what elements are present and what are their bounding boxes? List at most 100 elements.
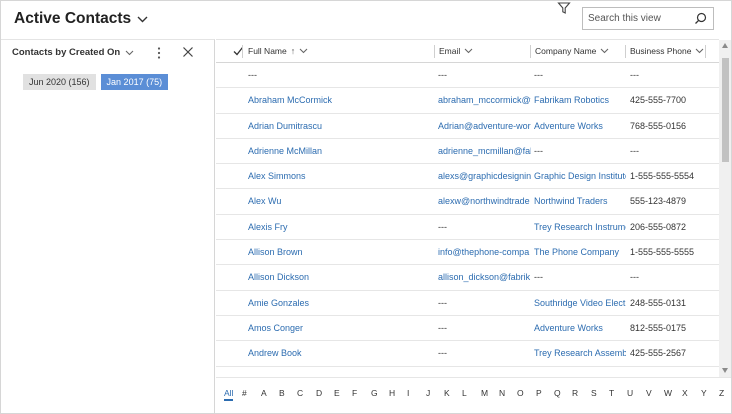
jump-letter[interactable]: E [334,388,340,398]
table-row[interactable]: Alex Simmons alexs@graphicdesignin Graphic… [216,164,719,190]
cell-company-name[interactable]: Fabrikam Robotics [534,88,626,113]
jump-letter[interactable]: V [646,388,652,398]
table-row[interactable]: Alex Wu alexw@northwindtrade Northwind Tra… [216,189,719,215]
column-header-business-phone[interactable]: Business Phone [630,40,704,62]
cell-company-name[interactable]: Trey Research Instrume [534,215,626,240]
cell-full-name[interactable]: Amie Gonzales [248,291,431,316]
cell-full-name[interactable]: Andrew Book [248,341,431,366]
chevron-down-icon [696,48,704,54]
table-row[interactable]: Amos Conger --- Adventure Works 812-555-017… [216,316,719,342]
cell-company-name[interactable]: Northwind Traders [534,189,626,214]
cell-email[interactable]: alexs@graphicdesignin [438,164,531,189]
column-header-full-name[interactable]: Full Name ↑ [248,40,308,62]
app-frame: Active Contacts Contacts by Created On J… [0,0,732,414]
cell-company-name[interactable]: The Phone Company [534,240,626,265]
jump-letter[interactable]: R [572,388,578,398]
cell-email[interactable]: Adrian@adventure-wor [438,114,531,139]
table-row[interactable]: Adrian Dumitrascu Adrian@adventure-wor Adv… [216,114,719,139]
jump-letter[interactable]: N [499,388,505,398]
table-row[interactable]: Adrienne McMillan adrienne_mcmillan@fal --… [216,139,719,165]
chip-jun-2020[interactable]: Jun 2020 (156) [23,74,96,90]
jump-all[interactable]: All [224,388,233,398]
cell-full-name[interactable]: Allison Brown [248,240,431,265]
cell-company-name[interactable]: Trey Research Assembly [534,341,626,366]
search-box[interactable] [582,7,714,30]
column-header-email[interactable]: Email [439,40,473,62]
grid-header: Full Name ↑ Email Company Name Business … [216,40,719,63]
grid-rows: --- --- --- --- Abraham McCormick abraham_mcc… [216,63,719,367]
jump-letter[interactable]: S [591,388,597,398]
jump-letter[interactable]: I [407,388,409,398]
column-divider [530,45,531,58]
more-options-icon[interactable] [154,46,164,60]
jump-letter[interactable]: Z [719,388,724,398]
chart-title: Contacts by Created On [12,47,121,58]
chart-selector[interactable]: Contacts by Created On [12,47,134,58]
vertical-scrollbar[interactable] [719,40,731,377]
jump-letter[interactable]: K [444,388,450,398]
jump-letter[interactable]: Y [701,388,707,398]
chip-jan-2017[interactable]: Jan 2017 (75) [100,74,169,90]
jump-letter[interactable]: B [279,388,285,398]
jump-letter[interactable]: X [682,388,688,398]
table-row[interactable]: Abraham McCormick abraham_mccormick@f Fabr… [216,88,719,114]
jump-letter[interactable]: D [316,388,322,398]
table-row[interactable]: Amie Gonzales --- Southridge Video Electr 2… [216,291,719,316]
jump-letter[interactable]: U [627,388,633,398]
cell-full-name[interactable]: Alexis Fry [248,215,431,240]
jump-letter[interactable]: O [517,388,524,398]
jump-letter[interactable]: Q [554,388,561,398]
jump-letter[interactable]: M [481,388,488,398]
table-row[interactable]: --- --- --- --- [216,63,719,89]
cell-full-name[interactable]: Allison Dickson [248,265,431,290]
cell-company-name[interactable]: Graphic Design Institute [534,164,626,189]
cell-business-phone: 768-555-0156 [630,120,687,131]
cell-full-name[interactable]: Alex Wu [248,189,431,214]
cell-business-phone: --- [630,70,639,80]
close-icon[interactable] [182,46,194,58]
jump-letter[interactable]: A [261,388,267,398]
table-row[interactable]: Andrew Book --- Trey Research Assembly 425-… [216,341,719,367]
jump-letter[interactable]: P [536,388,542,398]
cell-full-name[interactable]: Amos Conger [248,316,431,341]
jump-letter[interactable]: # [242,388,247,398]
column-divider [434,45,435,58]
scroll-thumb[interactable] [722,58,729,162]
cell-company-name[interactable]: Southridge Video Electr [534,291,626,316]
cell-full-name[interactable]: Abraham McCormick [248,88,431,113]
jump-letter[interactable]: T [609,388,614,398]
search-input[interactable] [583,8,688,29]
cell-email[interactable]: allison_dickson@fabrik [438,265,531,290]
cell-full-name: --- [248,70,257,80]
cell-email[interactable]: abraham_mccormick@f [438,88,531,113]
table-row[interactable]: Alexis Fry --- Trey Research Instrume 206-5… [216,215,719,241]
view-title: Active Contacts [14,10,132,27]
cell-company-name[interactable]: Adventure Works [534,316,626,341]
cell-full-name[interactable]: Alex Simmons [248,164,431,189]
cell-business-phone: 1-555-555-5555 [630,247,695,258]
jump-letter[interactable]: C [297,388,303,398]
jump-letter[interactable]: G [371,388,378,398]
cell-business-phone: 1-555-555-5554 [630,171,695,182]
jump-letter[interactable]: W [664,388,672,398]
jump-letter[interactable]: J [426,388,430,398]
filter-icon[interactable] [557,1,571,15]
cell-full-name[interactable]: Adrian Dumitrascu [248,114,431,139]
scroll-up-icon[interactable] [722,43,728,48]
cell-email[interactable]: alexw@northwindtrade [438,189,531,214]
cell-company-name[interactable]: Adventure Works [534,114,626,139]
cell-email: --- [438,322,447,333]
cell-full-name[interactable]: Adrienne McMillan [248,139,431,164]
jump-letter[interactable]: H [389,388,395,398]
search-icon[interactable] [694,12,707,25]
column-header-company-name[interactable]: Company Name [535,40,609,62]
jump-letter[interactable]: F [352,388,357,398]
view-selector[interactable]: Active Contacts [14,10,148,28]
jump-letter[interactable]: L [462,388,467,398]
table-row[interactable]: Allison Brown info@thephone-compa The Phon… [216,240,719,266]
cell-email[interactable]: adrienne_mcmillan@fal [438,139,531,164]
scroll-down-icon[interactable] [722,368,728,373]
table-row[interactable]: Allison Dickson allison_dickson@fabrik ---… [216,265,719,291]
column-divider [242,45,243,58]
cell-email[interactable]: info@thephone-compa [438,240,531,265]
